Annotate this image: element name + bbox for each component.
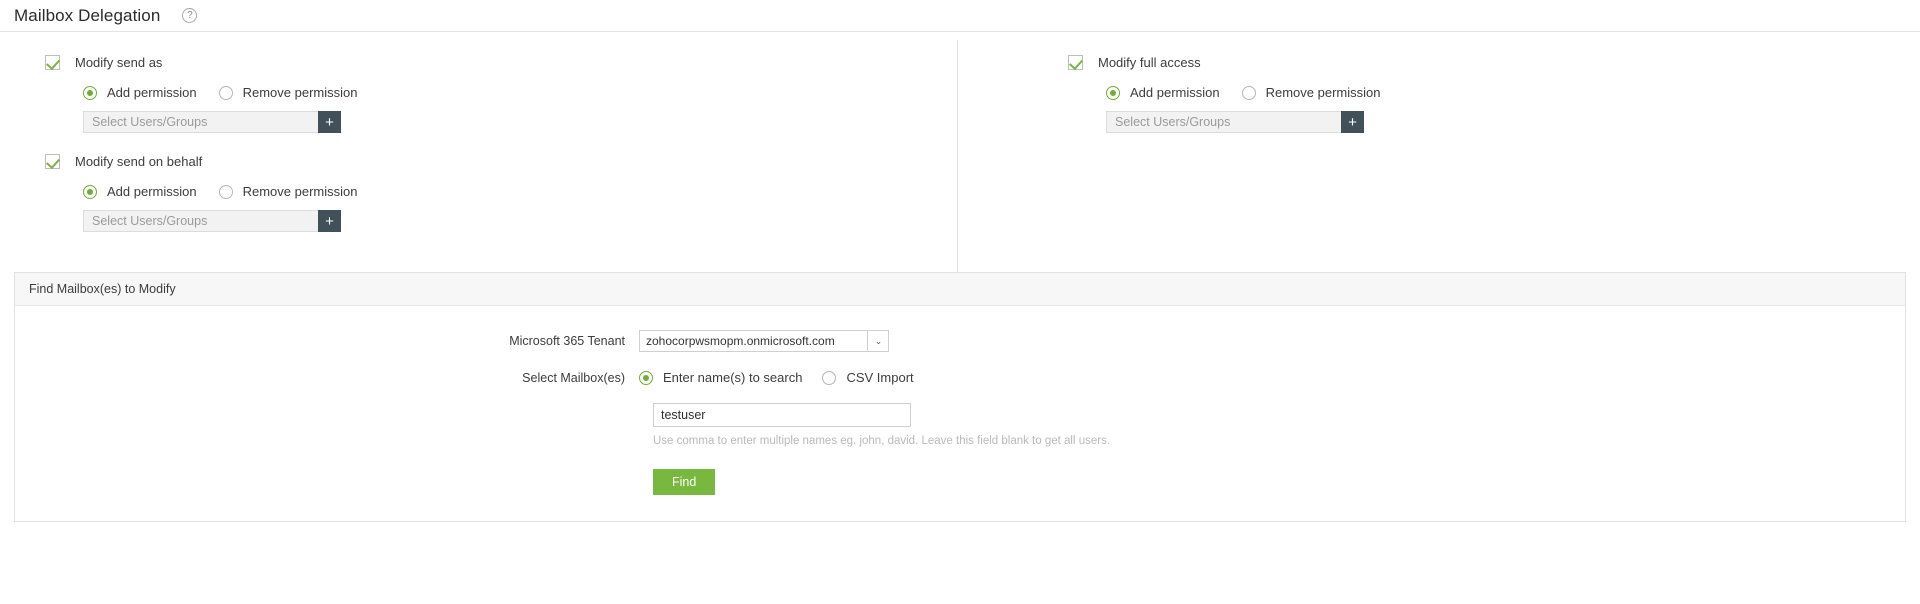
send-as-add-permission-radio[interactable] bbox=[83, 85, 97, 100]
page-header: Mailbox Delegation ? bbox=[0, 0, 1920, 31]
send-on-behalf-add-permission-label[interactable]: Add permission bbox=[107, 184, 197, 199]
tenant-label: Microsoft 365 Tenant bbox=[509, 334, 625, 348]
full-access-add-permission-label[interactable]: Add permission bbox=[1130, 85, 1220, 100]
select-mailbox-radios: Enter name(s) to search CSV Import bbox=[639, 370, 914, 385]
csv-import-label[interactable]: CSV Import bbox=[846, 370, 913, 385]
modify-send-on-behalf-label: Modify send on behalf bbox=[75, 153, 203, 169]
send-on-behalf-remove-permission-label[interactable]: Remove permission bbox=[243, 184, 358, 199]
mailbox-delegation-panel: Modify send as Add permission Remove per… bbox=[0, 32, 1920, 272]
full-access-remove-permission-label[interactable]: Remove permission bbox=[1266, 85, 1381, 100]
find-mailboxes-panel-title: Find Mailbox(es) to Modify bbox=[15, 273, 1905, 306]
modify-full-access-label: Modify full access bbox=[1098, 54, 1201, 70]
enter-names-radio[interactable] bbox=[639, 370, 653, 385]
tenant-row: Microsoft 365 Tenant zohocorpwsmopm.onmi… bbox=[15, 330, 1905, 352]
send-as-remove-permission-label[interactable]: Remove permission bbox=[243, 85, 358, 100]
page-title: Mailbox Delegation bbox=[14, 5, 161, 25]
modify-send-as-checkbox-row[interactable]: Modify send as bbox=[45, 52, 357, 72]
full-access-add-user-button[interactable]: + bbox=[1341, 111, 1364, 133]
modify-send-as-label: Modify send as bbox=[75, 54, 163, 70]
tenant-select-wrapper: zohocorpwsmopm.onmicrosoft.com ⌄ bbox=[639, 330, 889, 352]
find-button[interactable]: Find bbox=[653, 469, 716, 495]
send-on-behalf-permission-radios: Add permission Remove permission bbox=[83, 184, 357, 199]
help-circle-icon[interactable]: ? bbox=[182, 8, 198, 23]
select-mailbox-row: Select Mailbox(es) Enter name(s) to sear… bbox=[15, 370, 1905, 385]
send-on-behalf-remove-permission-radio[interactable] bbox=[218, 184, 233, 199]
send-on-behalf-add-user-button[interactable]: + bbox=[318, 210, 341, 232]
send-as-add-user-button[interactable]: + bbox=[318, 111, 341, 133]
full-access-users-input[interactable] bbox=[1106, 111, 1341, 133]
send-as-remove-permission-radio[interactable] bbox=[218, 85, 233, 100]
send-as-users-field: + bbox=[83, 111, 341, 133]
send-on-behalf-users-field: + bbox=[83, 210, 341, 232]
find-mailboxes-panel: Find Mailbox(es) to Modify Microsoft 365… bbox=[14, 272, 1906, 522]
modify-full-access-group: Modify full access Add permission Remove… bbox=[1068, 52, 1380, 133]
full-access-users-field: + bbox=[1106, 111, 1364, 133]
full-access-remove-permission-radio[interactable] bbox=[1241, 85, 1256, 100]
send-as-add-permission-label[interactable]: Add permission bbox=[107, 85, 197, 100]
full-access-add-permission-radio[interactable] bbox=[1106, 85, 1120, 100]
modify-full-access-checkbox-row[interactable]: Modify full access bbox=[1068, 52, 1380, 72]
send-permissions-column: Modify send as Add permission Remove per… bbox=[45, 52, 357, 232]
modify-send-on-behalf-checkbox-row[interactable]: Modify send on behalf bbox=[45, 151, 357, 171]
full-access-permission-radios: Add permission Remove permission bbox=[1106, 85, 1380, 100]
send-as-permission-radios: Add permission Remove permission bbox=[83, 85, 357, 100]
mailbox-name-input[interactable] bbox=[653, 403, 911, 427]
name-input-hint: Use comma to enter multiple names eg. jo… bbox=[653, 435, 1111, 447]
send-on-behalf-users-input[interactable] bbox=[83, 210, 318, 232]
send-as-users-input[interactable] bbox=[83, 111, 318, 133]
modify-send-on-behalf-checkbox[interactable] bbox=[45, 153, 60, 169]
csv-import-radio[interactable] bbox=[822, 370, 837, 385]
find-mailboxes-form: Microsoft 365 Tenant zohocorpwsmopm.onmi… bbox=[15, 306, 1905, 521]
modify-send-as-checkbox[interactable] bbox=[45, 54, 60, 70]
column-divider bbox=[957, 40, 958, 272]
full-access-column: Modify full access Add permission Remove… bbox=[1068, 52, 1380, 133]
modify-full-access-checkbox[interactable] bbox=[1068, 54, 1083, 70]
select-mailbox-label: Select Mailbox(es) bbox=[522, 370, 625, 385]
modify-send-as-group: Modify send as Add permission Remove per… bbox=[45, 52, 357, 133]
modify-send-on-behalf-group: Modify send on behalf Add permission Rem… bbox=[45, 151, 357, 232]
enter-names-label[interactable]: Enter name(s) to search bbox=[663, 370, 802, 385]
name-search-block: Use comma to enter multiple names eg. jo… bbox=[653, 403, 1905, 495]
tenant-select[interactable]: zohocorpwsmopm.onmicrosoft.com bbox=[639, 330, 889, 352]
send-on-behalf-add-permission-radio[interactable] bbox=[83, 184, 97, 199]
